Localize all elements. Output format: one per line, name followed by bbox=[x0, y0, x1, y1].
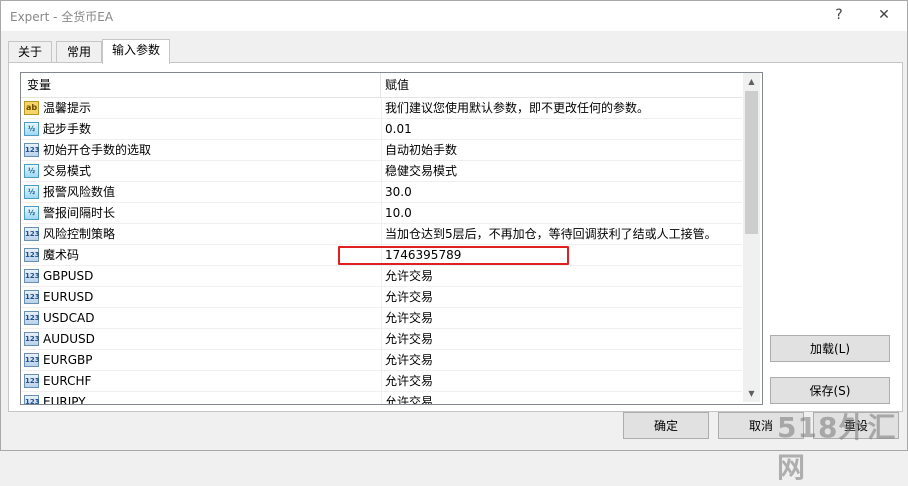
param-value[interactable]: 允许交易 bbox=[385, 308, 433, 329]
param-name: EURUSD bbox=[43, 290, 94, 304]
table-row[interactable]: ½ 报警风险数值 30.0 bbox=[21, 182, 742, 203]
double-param-icon: ½ bbox=[24, 122, 39, 136]
table-row[interactable]: 123 GBPUSD 允许交易 bbox=[21, 266, 742, 287]
expert-properties-window: Expert - 全货币EA ? ✕ 关于 常用 输入参数 变量 赋值 ab 温馨… bbox=[0, 0, 908, 484]
double-param-icon: ½ bbox=[24, 206, 39, 220]
column-divider bbox=[381, 140, 382, 161]
scroll-up-icon[interactable]: ▲ bbox=[743, 73, 760, 90]
param-value[interactable]: 允许交易 bbox=[385, 266, 433, 287]
table-row[interactable]: ½ 交易模式 稳健交易模式 bbox=[21, 161, 742, 182]
table-row[interactable]: ½ 警报间隔时长 10.0 bbox=[21, 203, 742, 224]
column-divider bbox=[381, 329, 382, 350]
integer-param-icon: 123 bbox=[24, 332, 40, 346]
header-value[interactable]: 赋值 bbox=[381, 73, 742, 97]
load-button[interactable]: 加载(L) bbox=[770, 335, 890, 362]
tab-inputs[interactable]: 输入参数 bbox=[102, 39, 170, 64]
vertical-scrollbar[interactable]: ▲ ▼ bbox=[743, 73, 760, 402]
param-name: 初始开仓手数的选取 bbox=[43, 143, 152, 157]
string-param-icon: ab bbox=[24, 101, 39, 115]
column-divider bbox=[381, 161, 382, 182]
column-divider bbox=[381, 203, 382, 224]
integer-param-icon: 123 bbox=[24, 353, 40, 367]
integer-param-icon: 123 bbox=[24, 374, 40, 388]
column-divider bbox=[381, 266, 382, 287]
table-row[interactable]: ab 温馨提示 我们建议您使用默认参数，即不更改任何的参数。 bbox=[21, 98, 742, 119]
scrollbar-thumb[interactable] bbox=[745, 91, 758, 234]
column-divider bbox=[381, 392, 382, 404]
param-name: 风险控制策略 bbox=[43, 227, 116, 241]
column-divider bbox=[381, 371, 382, 392]
column-divider bbox=[381, 98, 382, 119]
integer-param-icon: 123 bbox=[24, 290, 40, 304]
param-value[interactable]: 稳健交易模式 bbox=[385, 161, 457, 182]
param-name: 交易模式 bbox=[43, 164, 92, 178]
integer-param-icon: 123 bbox=[24, 311, 40, 325]
column-divider bbox=[381, 119, 382, 140]
grid-header: 变量 赋值 bbox=[21, 73, 742, 98]
param-name: 报警风险数值 bbox=[43, 185, 116, 199]
table-row[interactable]: 123 USDCAD 允许交易 bbox=[21, 308, 742, 329]
double-param-icon: ½ bbox=[24, 164, 39, 178]
param-name: 起步手数 bbox=[43, 122, 92, 136]
table-row[interactable]: 123 EURCHF 允许交易 bbox=[21, 371, 742, 392]
inputs-grid: 变量 赋值 ab 温馨提示 我们建议您使用默认参数，即不更改任何的参数。 ½ 起步手数 0… bbox=[20, 72, 763, 405]
column-divider bbox=[381, 182, 382, 203]
param-name: 魔术码 bbox=[43, 248, 80, 262]
column-divider bbox=[381, 224, 382, 245]
param-value[interactable]: 10.0 bbox=[385, 203, 412, 224]
header-variable[interactable]: 变量 bbox=[21, 73, 381, 97]
window-title: Expert - 全货币EA bbox=[10, 10, 114, 24]
param-name: EURCHF bbox=[43, 374, 92, 388]
param-name: 警报间隔时长 bbox=[43, 206, 116, 220]
param-name: EURGBP bbox=[43, 353, 93, 367]
integer-param-icon: 123 bbox=[24, 248, 40, 262]
magic-number-highlight bbox=[338, 246, 569, 265]
table-row[interactable]: 123 初始开仓手数的选取 自动初始手数 bbox=[21, 140, 742, 161]
close-icon[interactable]: ✕ bbox=[873, 5, 895, 25]
integer-param-icon: 123 bbox=[24, 395, 40, 404]
param-value[interactable]: 允许交易 bbox=[385, 350, 433, 371]
param-name: AUDUSD bbox=[43, 332, 95, 346]
integer-param-icon: 123 bbox=[24, 143, 40, 157]
column-divider bbox=[381, 350, 382, 371]
param-value[interactable]: 30.0 bbox=[385, 182, 412, 203]
param-value[interactable]: 允许交易 bbox=[385, 287, 433, 308]
table-row[interactable]: ½ 起步手数 0.01 bbox=[21, 119, 742, 140]
column-divider bbox=[381, 308, 382, 329]
table-row[interactable]: 123 EURGBP 允许交易 bbox=[21, 350, 742, 371]
integer-param-icon: 123 bbox=[24, 227, 40, 241]
param-name: 温馨提示 bbox=[43, 101, 92, 115]
param-value[interactable]: 当加仓达到5层后，不再加仓，等待回调获利了结或人工接管。 bbox=[385, 224, 717, 245]
ok-button[interactable]: 确定 bbox=[623, 412, 709, 439]
table-row[interactable]: 123 EURUSD 允许交易 bbox=[21, 287, 742, 308]
site-watermark: 518外汇网 bbox=[777, 411, 897, 484]
param-name: USDCAD bbox=[43, 311, 95, 325]
param-name: EURJPY bbox=[43, 395, 86, 405]
table-row[interactable]: 123 AUDUSD 允许交易 bbox=[21, 329, 742, 350]
title-bar: Expert - 全货币EA ? ✕ bbox=[1, 1, 907, 31]
tab-about[interactable]: 关于 bbox=[8, 41, 52, 63]
param-value[interactable]: 自动初始手数 bbox=[385, 140, 457, 161]
param-value[interactable]: 我们建议您使用默认参数，即不更改任何的参数。 bbox=[385, 98, 649, 119]
scroll-down-icon[interactable]: ▼ bbox=[743, 385, 760, 402]
param-name: GBPUSD bbox=[43, 269, 94, 283]
table-row[interactable]: 123 风险控制策略 当加仓达到5层后，不再加仓，等待回调获利了结或人工接管。 bbox=[21, 224, 742, 245]
param-value[interactable]: 允许交易 bbox=[385, 329, 433, 350]
param-value[interactable]: 允许交易 bbox=[385, 371, 433, 392]
tab-common[interactable]: 常用 bbox=[56, 41, 102, 63]
table-row[interactable]: 123 EURJPY 允许交易 bbox=[21, 392, 742, 405]
help-icon[interactable]: ? bbox=[828, 5, 850, 25]
integer-param-icon: 123 bbox=[24, 269, 40, 283]
param-value[interactable]: 允许交易 bbox=[385, 392, 433, 404]
column-divider bbox=[381, 287, 382, 308]
save-button[interactable]: 保存(S) bbox=[770, 377, 890, 404]
param-value[interactable]: 0.01 bbox=[385, 119, 412, 140]
double-param-icon: ½ bbox=[24, 185, 39, 199]
